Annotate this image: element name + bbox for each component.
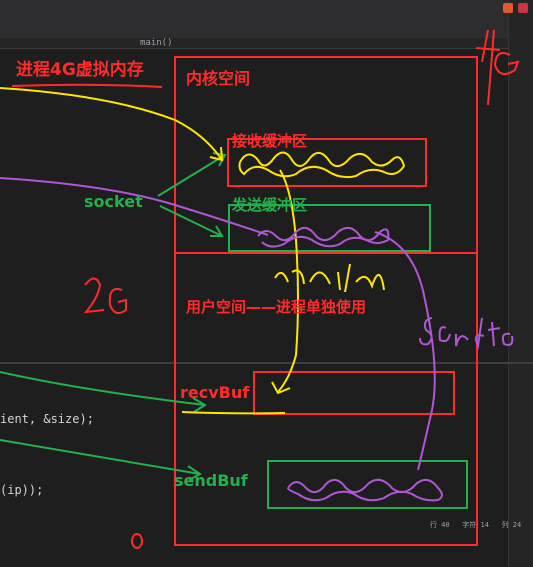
send-buffer-label: 发送缓冲区 (232, 196, 308, 214)
title-underline (11, 83, 163, 88)
send-buffer-data-scribble (257, 226, 390, 248)
annotated-screenshot: main() ient, &size); (ip)); 行 40 字符 14 列… (0, 0, 533, 567)
size-4g-scribble (475, 29, 520, 106)
recv-buffer-label: 接收缓冲区 (232, 132, 308, 150)
size-2g-scribble (83, 277, 127, 315)
zero-mark-scribble (131, 533, 143, 549)
sendbuf-label: sendBuf (174, 471, 248, 490)
kernel-space-label: 内核空间 (186, 69, 251, 88)
code-to-sendbuf-arrow (0, 439, 201, 475)
send-copy-line (374, 231, 436, 471)
recv-buffer-data-scribble (238, 151, 406, 179)
user-space-label: 用户空间——进程单独使用 (186, 298, 367, 316)
recv-call-scribble (274, 263, 385, 293)
annotation-strokes (0, 29, 520, 549)
virtual-memory-title: 进程4G虚拟内存 (16, 60, 144, 80)
recvbuf-underline (181, 411, 286, 415)
sendbuf-data-scribble (287, 478, 443, 502)
recvbuf-label: recvBuf (180, 383, 250, 402)
send-call-scribble (419, 317, 514, 350)
recvbuf-box (253, 371, 455, 415)
socket-to-recv-arrow (157, 154, 226, 197)
socket-label: socket (84, 192, 143, 211)
process-to-kernel-arrow (0, 87, 223, 161)
